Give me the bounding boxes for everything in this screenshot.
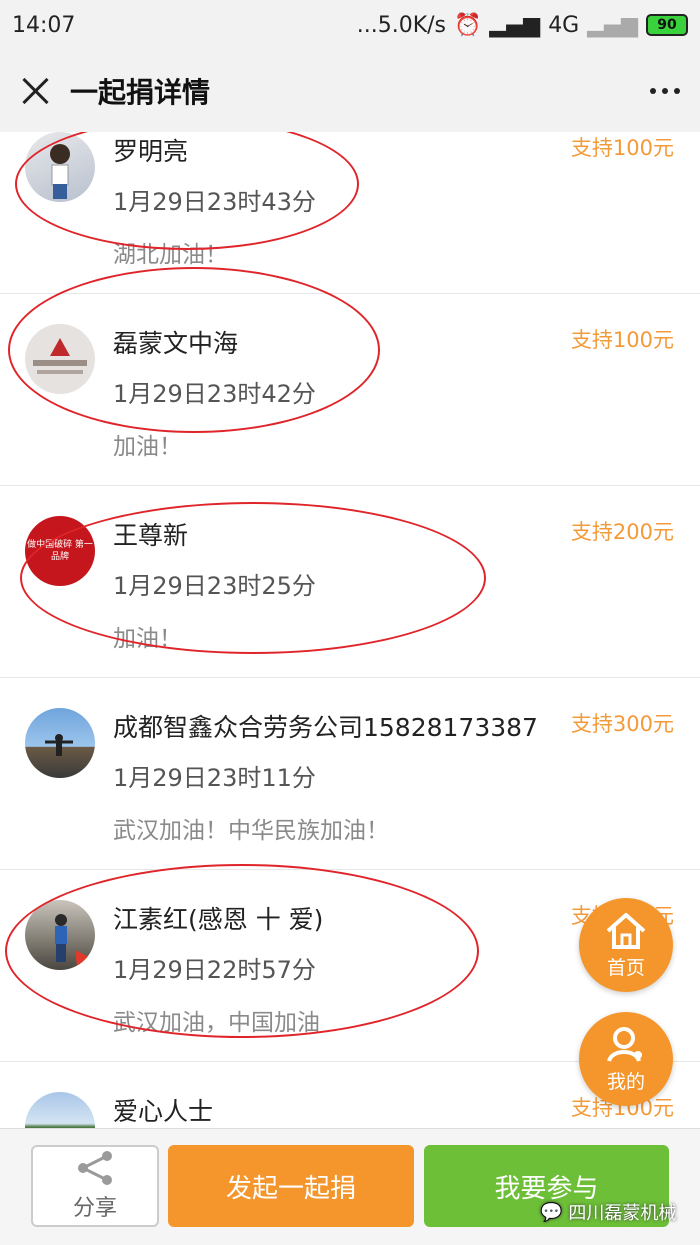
donation-amount: 支持100元 bbox=[570, 136, 674, 160]
signal-icon: ▂▄▆ bbox=[489, 12, 541, 38]
avatar-text: 做中国破碎 第一品牌 bbox=[27, 540, 93, 562]
network-type: 4G bbox=[548, 12, 580, 38]
donation-time: 1月29日23时25分 bbox=[113, 572, 316, 600]
donor-name: 江素红(感恩 十 爱) bbox=[113, 905, 324, 934]
avatar bbox=[25, 324, 95, 394]
donation-time: 1月29日22时57分 bbox=[113, 956, 316, 984]
home-icon bbox=[606, 912, 646, 949]
page-title: 一起捐详情 bbox=[70, 76, 211, 109]
donation-message: 武汉加油！中华民族加油！ bbox=[113, 818, 389, 844]
donation-message: 加油！ bbox=[113, 626, 182, 652]
donation-amount: 支持200元 bbox=[570, 520, 674, 544]
start-donation-button[interactable]: 发起一起捐 bbox=[168, 1145, 414, 1227]
share-label: 分享 bbox=[72, 1196, 117, 1221]
donor-name: 磊蒙文中海 bbox=[113, 329, 239, 358]
donation-message: 武汉加油，中国加油 bbox=[113, 1010, 320, 1036]
avatar: 做中国破碎 第一品牌 bbox=[25, 516, 95, 586]
net-speed: ...5.0K/s bbox=[356, 12, 447, 38]
watermark-text: 四川磊蒙机械 bbox=[568, 1203, 677, 1224]
watermark: 💬 四川磊蒙机械 bbox=[540, 1199, 676, 1225]
mine-button[interactable]: 我的 bbox=[579, 1012, 673, 1106]
avatar bbox=[25, 1092, 95, 1128]
close-icon[interactable] bbox=[20, 76, 50, 106]
home-button[interactable]: 首页 bbox=[579, 898, 673, 992]
donor-name: 罗明亮 bbox=[113, 137, 189, 166]
user-icon bbox=[607, 1026, 642, 1062]
donation-message: 湖北加油！ bbox=[113, 242, 228, 268]
avatar bbox=[25, 708, 95, 778]
list-item[interactable]: 做中国破碎 第一品牌 王尊新 1月29日23时25分 加油！ 支持200元 bbox=[0, 486, 700, 678]
donor-name: 成都智鑫众合劳务公司15828173387 bbox=[113, 713, 538, 742]
alarm-icon: ⏰ bbox=[454, 12, 482, 38]
share-icon bbox=[78, 1151, 112, 1185]
home-label: 首页 bbox=[606, 956, 645, 979]
donor-name: 王尊新 bbox=[113, 521, 189, 550]
avatar bbox=[25, 132, 95, 202]
status-bar: 14:07 ...5.0K/s ⏰ ▂▄▆ 4G ▂▄▆ 90 bbox=[0, 0, 700, 50]
bottom-bar: 分享 发起一起捐 我要参与 bbox=[0, 1128, 700, 1245]
list-item[interactable]: 磊蒙文中海 1月29日23时42分 加油！ 支持100元 bbox=[0, 294, 700, 486]
battery-icon: 90 bbox=[646, 14, 688, 36]
status-time: 14:07 bbox=[12, 12, 76, 38]
donation-time: 1月29日23时43分 bbox=[113, 188, 316, 216]
donation-time: 1月29日23时11分 bbox=[113, 764, 316, 792]
avatar bbox=[25, 900, 95, 970]
list-item[interactable]: 罗明亮 1月29日23时43分 湖北加油！ 支持100元 bbox=[0, 132, 700, 294]
mine-label: 我的 bbox=[606, 1070, 645, 1093]
more-icon[interactable] bbox=[650, 88, 680, 94]
donor-name: 爱心人士 bbox=[113, 1097, 214, 1126]
donation-message: 加油！ bbox=[113, 434, 182, 460]
signal-icon-2: ▂▄▆ bbox=[587, 12, 638, 38]
nav-bar: 一起捐详情 bbox=[0, 50, 700, 132]
wechat-icon: 💬 bbox=[540, 1201, 563, 1223]
list-item[interactable]: 成都智鑫众合劳务公司15828173387 1月29日23时11分 武汉加油！中… bbox=[0, 678, 700, 870]
donation-time: 1月29日23时42分 bbox=[113, 380, 316, 408]
donation-amount: 支持300元 bbox=[570, 712, 674, 736]
donation-amount: 支持100元 bbox=[570, 328, 674, 352]
share-button[interactable]: 分享 bbox=[31, 1145, 159, 1227]
